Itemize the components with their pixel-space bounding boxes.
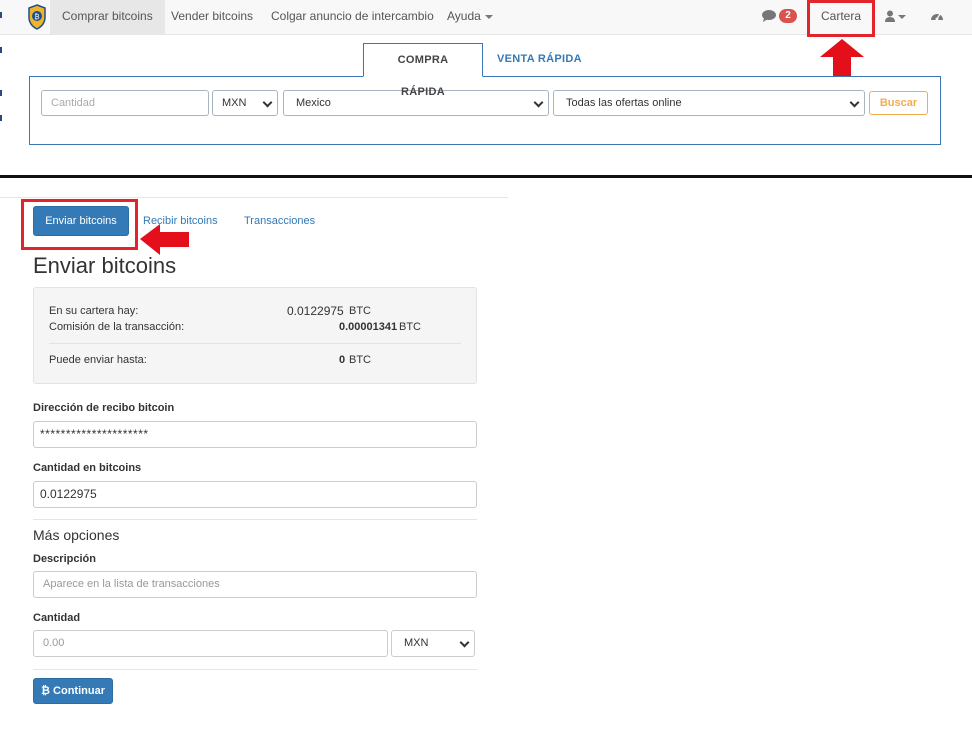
- balance-label: En su cartera hay:: [49, 305, 139, 317]
- btc-amount-label: Cantidad en bitcoins: [33, 462, 142, 474]
- amount-input[interactable]: Cantidad: [41, 90, 209, 116]
- chat-icon[interactable]: [761, 9, 777, 23]
- transactions-link[interactable]: Transacciones: [244, 215, 315, 227]
- chevron-down-icon: [262, 97, 273, 108]
- wallet-highlight-box: [807, 0, 875, 37]
- chevron-down-icon: [533, 97, 544, 108]
- user-icon: [885, 10, 895, 22]
- fiat-currency-value: MXN: [404, 637, 429, 649]
- tab-quick-sell[interactable]: VENTA RÁPIDA: [485, 43, 594, 77]
- edge-mark: [0, 12, 2, 18]
- receive-bitcoins-link[interactable]: Recibir bitcoins: [143, 215, 218, 227]
- currency-value: MXN: [222, 97, 247, 109]
- screenshot-divider: [0, 175, 972, 178]
- max-send-label: Puede enviar hasta:: [49, 354, 147, 366]
- nav-sell-bitcoins[interactable]: Vender bitcoins: [159, 0, 265, 35]
- search-button[interactable]: Buscar: [869, 91, 928, 115]
- divider: [49, 343, 461, 344]
- description-label: Descripción: [33, 553, 96, 565]
- btc-amount-input[interactable]: 0.0122975: [33, 481, 477, 508]
- nav-buy-bitcoins[interactable]: Comprar bitcoins: [50, 0, 165, 35]
- chevron-down-icon: [459, 637, 470, 648]
- continue-button[interactable]: ₿ Continuar: [33, 678, 113, 704]
- notification-badge[interactable]: 2: [779, 9, 797, 23]
- bitcoin-icon: ₿: [41, 685, 50, 697]
- balance-summary: En su cartera hay: 0.0122975 BTC Comisió…: [33, 287, 477, 384]
- description-input[interactable]: Aparece en la lista de transacciones: [33, 571, 477, 598]
- tab-quick-buy[interactable]: COMPRA RÁPIDA: [363, 43, 483, 98]
- left-arrow-annotation: [140, 224, 189, 255]
- edge-mark: [0, 47, 2, 53]
- more-options-title: Más opciones: [33, 527, 120, 543]
- chevron-down-icon: [849, 97, 860, 108]
- send-highlight-box: [21, 199, 138, 250]
- edge-mark: [0, 90, 2, 96]
- fiat-amount-input[interactable]: 0.00: [33, 630, 388, 657]
- chevron-down-icon: [484, 14, 493, 19]
- fiat-currency-select[interactable]: MXN: [391, 630, 475, 657]
- fee-unit: BTC: [399, 321, 421, 333]
- balance-value: 0.0122975: [287, 304, 344, 318]
- address-label: Dirección de recibo bitcoin: [33, 402, 175, 414]
- page-title: Enviar bitcoins: [33, 253, 177, 278]
- dashboard-icon[interactable]: [930, 9, 944, 23]
- nav-help[interactable]: Ayuda: [435, 0, 505, 35]
- balance-unit: BTC: [349, 305, 371, 317]
- offer-type-select[interactable]: Todas las ofertas online: [553, 90, 865, 116]
- up-arrow-annotation: [820, 39, 864, 77]
- divider: [33, 669, 477, 670]
- chevron-down-icon: [898, 15, 906, 19]
- country-value: Mexico: [296, 97, 331, 109]
- max-send-unit: BTC: [349, 354, 371, 366]
- address-input[interactable]: *********************: [33, 421, 477, 448]
- nav-post-trade[interactable]: Colgar anuncio de intercambio: [259, 0, 446, 35]
- continue-label: Continuar: [53, 685, 105, 697]
- currency-select[interactable]: MXN: [212, 90, 278, 116]
- nav-help-label: Ayuda: [447, 9, 481, 23]
- logo-icon[interactable]: ₿: [27, 4, 47, 30]
- divider: [0, 197, 508, 198]
- offer-type-value: Todas las ofertas online: [566, 97, 682, 109]
- fiat-amount-label: Cantidad: [33, 612, 81, 624]
- edge-mark: [0, 115, 2, 121]
- svg-text:₿: ₿: [34, 13, 39, 21]
- fee-value: 0.00001341: [339, 321, 398, 333]
- divider: [33, 519, 477, 520]
- user-menu[interactable]: [885, 10, 909, 24]
- max-send-value: 0: [339, 354, 346, 366]
- fee-label: Comisión de la transacción:: [49, 321, 185, 333]
